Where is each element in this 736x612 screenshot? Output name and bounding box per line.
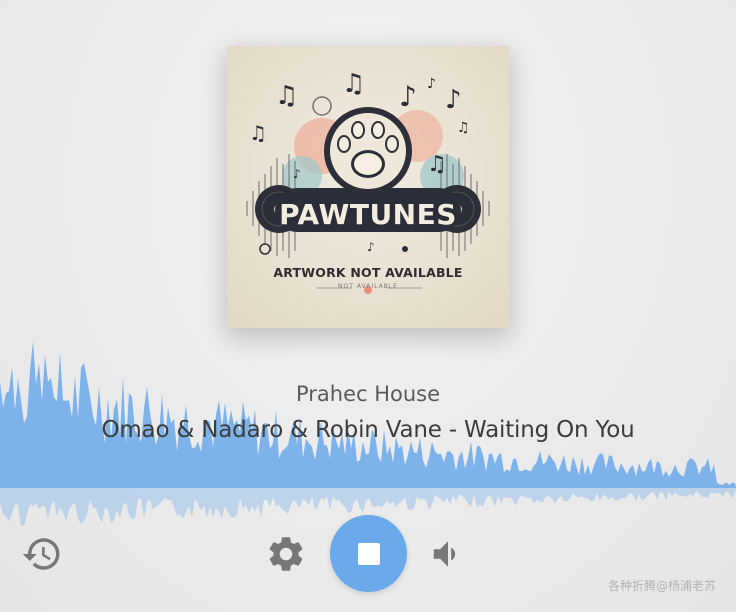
volume-icon	[433, 541, 456, 567]
gear-icon	[269, 537, 303, 571]
player-screen: ♫ ♫ ♪ ♪ ♪ ♫ ♫ ♫ ♪ ♪ PAWTUNES ARTWORK NOT…	[0, 0, 736, 612]
station-name: Prahec House	[295, 382, 441, 406]
svg-text:♫: ♫	[275, 81, 298, 111]
svg-text:♫: ♫	[457, 120, 470, 136]
svg-text:♫: ♫	[342, 69, 365, 99]
watermark: 各种折腾@杨浦老苏	[607, 579, 716, 593]
svg-text:♫: ♫	[249, 121, 267, 145]
history-button[interactable]	[20, 532, 64, 576]
artwork-subcaption: NOT AVAILABLE	[338, 283, 398, 290]
settings-button[interactable]	[264, 532, 308, 576]
svg-text:♪: ♪	[445, 85, 462, 115]
svg-text:♪: ♪	[427, 76, 436, 92]
track-title: Omao & Nadaro & Robin Vane - Waiting On …	[101, 417, 635, 443]
artwork-logo-text: PAWTUNES	[279, 198, 457, 231]
svg-text:♫: ♫	[427, 152, 447, 177]
svg-text:♪: ♪	[399, 80, 417, 113]
album-artwork: ♫ ♫ ♪ ♪ ♪ ♫ ♫ ♫ ♪ ♪ PAWTUNES ARTWORK NOT…	[227, 46, 509, 328]
history-icon	[22, 538, 60, 570]
svg-text:♪: ♪	[367, 240, 375, 254]
stop-button[interactable]	[330, 515, 407, 592]
artwork-caption: ARTWORK NOT AVAILABLE	[273, 265, 463, 280]
stop-icon	[357, 542, 380, 565]
svg-text:♪: ♪	[293, 167, 301, 181]
volume-button[interactable]	[426, 532, 470, 576]
